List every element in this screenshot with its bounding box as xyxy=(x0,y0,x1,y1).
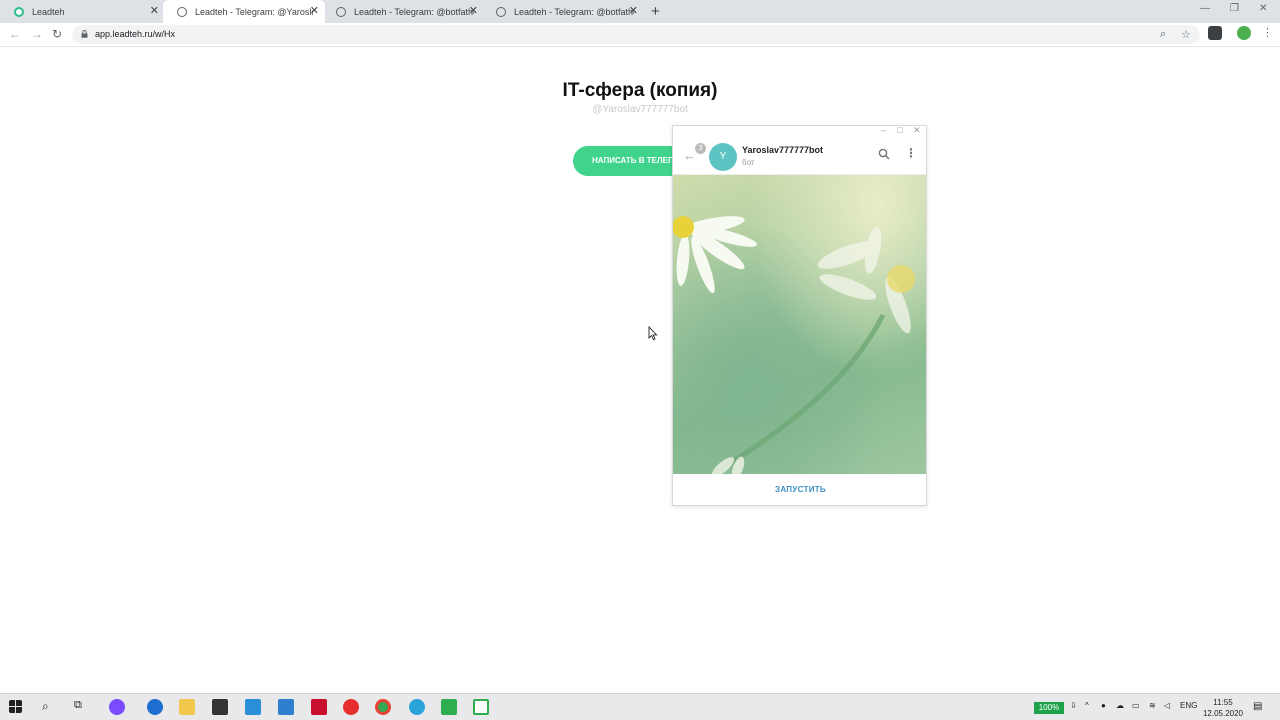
close-icon[interactable]: ✕ xyxy=(150,5,159,18)
search-icon[interactable] xyxy=(878,148,890,160)
mcafee-icon[interactable] xyxy=(311,699,327,715)
battery-indicator[interactable]: 100% xyxy=(1034,702,1064,714)
reload-icon[interactable]: ↻ xyxy=(52,27,62,41)
store-icon[interactable] xyxy=(212,699,228,715)
back-arrow-icon[interactable]: ← xyxy=(9,27,21,41)
file-explorer-icon[interactable] xyxy=(179,699,195,715)
microphone-icon[interactable]: ● xyxy=(1101,701,1106,710)
telegram-widget: – □ ✕ ← 3 Y Yaroslav777777bot бот ⋮ ЗАПУ… xyxy=(672,125,927,506)
bookmark-star-icon[interactable]: ☆ xyxy=(1181,28,1191,41)
l-app-icon[interactable] xyxy=(245,699,261,715)
more-menu-icon[interactable]: ⋮ xyxy=(905,146,917,160)
tab-leadteh[interactable]: Leadteh ✕ xyxy=(0,0,165,23)
chat-status: бот xyxy=(742,158,755,167)
camtasia-recorder-icon[interactable] xyxy=(473,699,489,715)
close-icon[interactable]: ✕ xyxy=(913,126,921,136)
globe-icon xyxy=(177,6,187,17)
mail-icon[interactable] xyxy=(278,699,294,715)
unread-badge: 3 xyxy=(695,143,706,154)
onedrive-icon[interactable]: ☁ xyxy=(1116,701,1124,710)
clock-date: 12.05.2020 xyxy=(1202,709,1244,718)
close-icon[interactable]: ✕ xyxy=(629,5,638,18)
new-tab-button[interactable]: + xyxy=(651,3,660,20)
task-view-icon[interactable]: ⧉ xyxy=(74,699,82,712)
battery-icon[interactable]: ⇩ xyxy=(1070,701,1077,710)
restore-icon[interactable]: ❐ xyxy=(1230,3,1239,14)
address-bar[interactable]: app.leadteh.ru/w/Hx ⌕ ☆ xyxy=(72,25,1200,44)
mouse-cursor-icon xyxy=(648,326,658,341)
extension-icon[interactable] xyxy=(1208,26,1222,40)
tab-telegram-botfather-2[interactable]: Leadteh - Telegram: @botfather ✕ xyxy=(482,0,644,23)
start-bot-button[interactable]: ЗАПУСТИТЬ xyxy=(673,474,926,505)
globe-icon xyxy=(336,6,346,17)
bot-username: @Yaroslav777777bot xyxy=(592,104,688,115)
chat-name[interactable]: Yaroslav777777bot xyxy=(742,145,823,155)
chevron-up-icon[interactable]: ^ xyxy=(1085,701,1089,710)
tab-title: Leadteh - Telegram: @Yaroslav77 xyxy=(195,6,313,17)
wifi-icon[interactable]: ≋ xyxy=(1149,701,1156,710)
chrome-icon[interactable] xyxy=(375,699,391,715)
zoom-icon[interactable]: ⌕ xyxy=(1160,28,1166,41)
language-indicator[interactable]: ENG xyxy=(1180,701,1197,710)
leadteh-icon xyxy=(14,6,24,17)
close-icon[interactable]: ✕ xyxy=(469,5,478,18)
tab-title: Leadteh - Telegram: @botfather xyxy=(354,6,474,17)
volume-icon[interactable]: ◁ xyxy=(1164,701,1170,710)
browser-toolbar: ← → ↻ app.leadteh.ru/w/Hx ⌕ ☆ ⋮ xyxy=(0,23,1280,47)
chat-background xyxy=(673,175,926,480)
back-arrow-icon[interactable]: ← xyxy=(683,148,696,163)
search-icon[interactable]: ⌕ xyxy=(42,699,49,714)
yandex-browser-icon[interactable] xyxy=(343,699,359,715)
network-icon[interactable]: ▭ xyxy=(1132,701,1140,710)
minimize-icon[interactable]: – xyxy=(881,126,886,135)
notifications-icon[interactable]: ▤ xyxy=(1253,701,1262,712)
tab-telegram-yaroslav[interactable]: Leadteh - Telegram: @Yaroslav77 ✕ xyxy=(163,0,325,23)
alice-icon[interactable] xyxy=(109,699,125,715)
camtasia-icon[interactable] xyxy=(441,699,457,715)
tab-strip: Leadteh ✕ Leadteh - Telegram: @Yaroslav7… xyxy=(0,0,1280,23)
globe-icon xyxy=(496,6,506,17)
url-text: app.leadteh.ru/w/Hx xyxy=(95,29,176,39)
edge-icon[interactable] xyxy=(147,699,163,715)
windows-start-icon[interactable] xyxy=(9,700,22,713)
forward-arrow-icon[interactable]: → xyxy=(31,27,43,41)
tab-title: Leadteh - Telegram: @botfather xyxy=(514,6,634,17)
telegram-icon[interactable] xyxy=(409,699,425,715)
clock[interactable]: 11:55 12.05.2020 xyxy=(1199,697,1247,719)
chat-header: ← 3 Y Yaroslav777777bot бот ⋮ xyxy=(673,138,926,175)
minimize-icon[interactable]: — xyxy=(1200,3,1210,14)
widget-titlebar: – □ ✕ xyxy=(673,126,926,138)
daisy-wallpaper-image xyxy=(673,216,915,480)
tab-title: Leadteh xyxy=(32,6,65,17)
avatar[interactable]: Y xyxy=(709,143,737,171)
close-icon[interactable]: ✕ xyxy=(310,5,319,18)
page-title: IT-сфера (копия) xyxy=(562,80,718,101)
maximize-icon[interactable]: □ xyxy=(897,126,902,135)
more-menu-icon[interactable]: ⋮ xyxy=(1262,26,1273,39)
clock-time: 11:55 xyxy=(1213,698,1233,707)
profile-avatar[interactable] xyxy=(1237,26,1251,40)
window-close-icon[interactable]: ✕ xyxy=(1259,3,1267,14)
taskbar: ⌕ ⧉ 100% ⇩ ^ ● ☁ ▭ ≋ ◁ ENG 11:55 12.05.2… xyxy=(0,693,1280,720)
tab-telegram-botfather-1[interactable]: Leadteh - Telegram: @botfather ✕ xyxy=(322,0,484,23)
lock-icon xyxy=(81,30,88,38)
